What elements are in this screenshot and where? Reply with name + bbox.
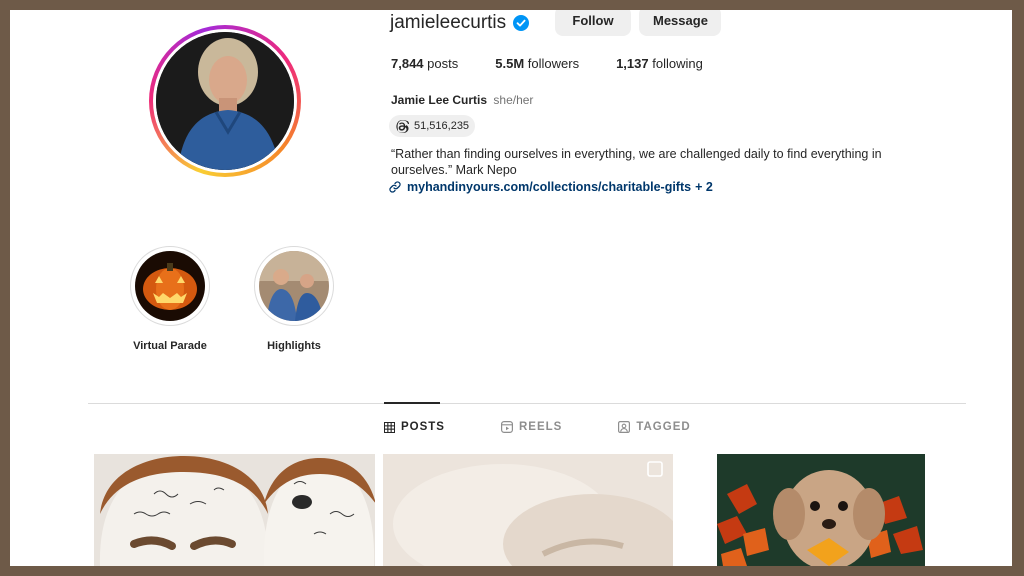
following-label: following bbox=[652, 56, 703, 71]
username-row: jamieleecurtis bbox=[390, 10, 530, 36]
tab-posts[interactable]: POSTS bbox=[384, 421, 445, 433]
full-name-row: Jamie Lee Curtis she/her bbox=[391, 93, 533, 107]
highlight-label: Virtual Parade bbox=[133, 340, 207, 352]
active-tab-indicator bbox=[384, 402, 440, 404]
grid-icon bbox=[384, 421, 395, 433]
posts-count: 7,844 bbox=[391, 56, 424, 71]
verified-badge-icon bbox=[513, 15, 530, 31]
pronouns: she/her bbox=[493, 93, 534, 107]
threads-icon bbox=[396, 119, 409, 133]
pumpkin-highlight-thumbnail bbox=[135, 251, 205, 321]
post-thumbnail-sweater[interactable] bbox=[383, 454, 673, 566]
post-thumbnail-masks[interactable] bbox=[94, 454, 375, 566]
profile-page: jamieleecurtis Follow Message 7,844 post… bbox=[10, 10, 1012, 566]
followers-stat[interactable]: 5.5M followers bbox=[495, 56, 579, 71]
tab-reels[interactable]: REELS bbox=[500, 421, 563, 433]
highlight-virtual-parade[interactable]: Virtual Parade bbox=[110, 246, 230, 352]
tab-tagged[interactable]: TAGGED bbox=[618, 421, 690, 433]
bio-link-row[interactable]: myhandinyours.com/collections/charitable… bbox=[389, 180, 713, 194]
tagged-user-icon bbox=[618, 421, 631, 433]
following-count: 1,137 bbox=[616, 56, 649, 71]
tab-label: REELS bbox=[518, 421, 563, 433]
profile-stats: 7,844 posts 5.5M followers 1,137 followi… bbox=[391, 56, 740, 71]
username: jamieleecurtis bbox=[390, 12, 507, 33]
follow-button[interactable]: Follow bbox=[555, 10, 631, 36]
followers-label: followers bbox=[527, 56, 580, 71]
threads-badge[interactable]: 51,516,235 bbox=[389, 115, 476, 137]
post-thumbnail-puppy[interactable] bbox=[717, 454, 925, 566]
more-links[interactable]: + 2 bbox=[695, 180, 713, 194]
profile-tabs: POSTS REELS TAGGED bbox=[384, 421, 747, 433]
full-name: Jamie Lee Curtis bbox=[391, 93, 488, 107]
message-button[interactable]: Message bbox=[639, 10, 721, 36]
bio-link[interactable]: myhandinyours.com/collections/charitable… bbox=[407, 180, 691, 194]
following-stat[interactable]: 1,137 following bbox=[616, 56, 703, 71]
threads-count: 51,516,235 bbox=[414, 120, 470, 132]
profile-avatar bbox=[156, 32, 294, 170]
tab-label: POSTS bbox=[401, 421, 445, 433]
link-icon bbox=[389, 181, 401, 193]
tab-label: TAGGED bbox=[636, 421, 691, 433]
profile-avatar-story-ring[interactable] bbox=[149, 25, 301, 177]
highlight-highlights[interactable]: Highlights bbox=[234, 246, 354, 352]
posts-label: posts bbox=[427, 56, 459, 71]
highlight-label: Highlights bbox=[267, 340, 321, 352]
reels-icon bbox=[500, 421, 513, 433]
posts-stat[interactable]: 7,844 posts bbox=[391, 56, 458, 71]
tabs-divider bbox=[88, 403, 966, 404]
followers-count: 5.5M bbox=[495, 56, 525, 71]
bio-text: “Rather than finding ourselves in everyt… bbox=[391, 147, 882, 177]
people-highlight-thumbnail bbox=[259, 251, 329, 321]
